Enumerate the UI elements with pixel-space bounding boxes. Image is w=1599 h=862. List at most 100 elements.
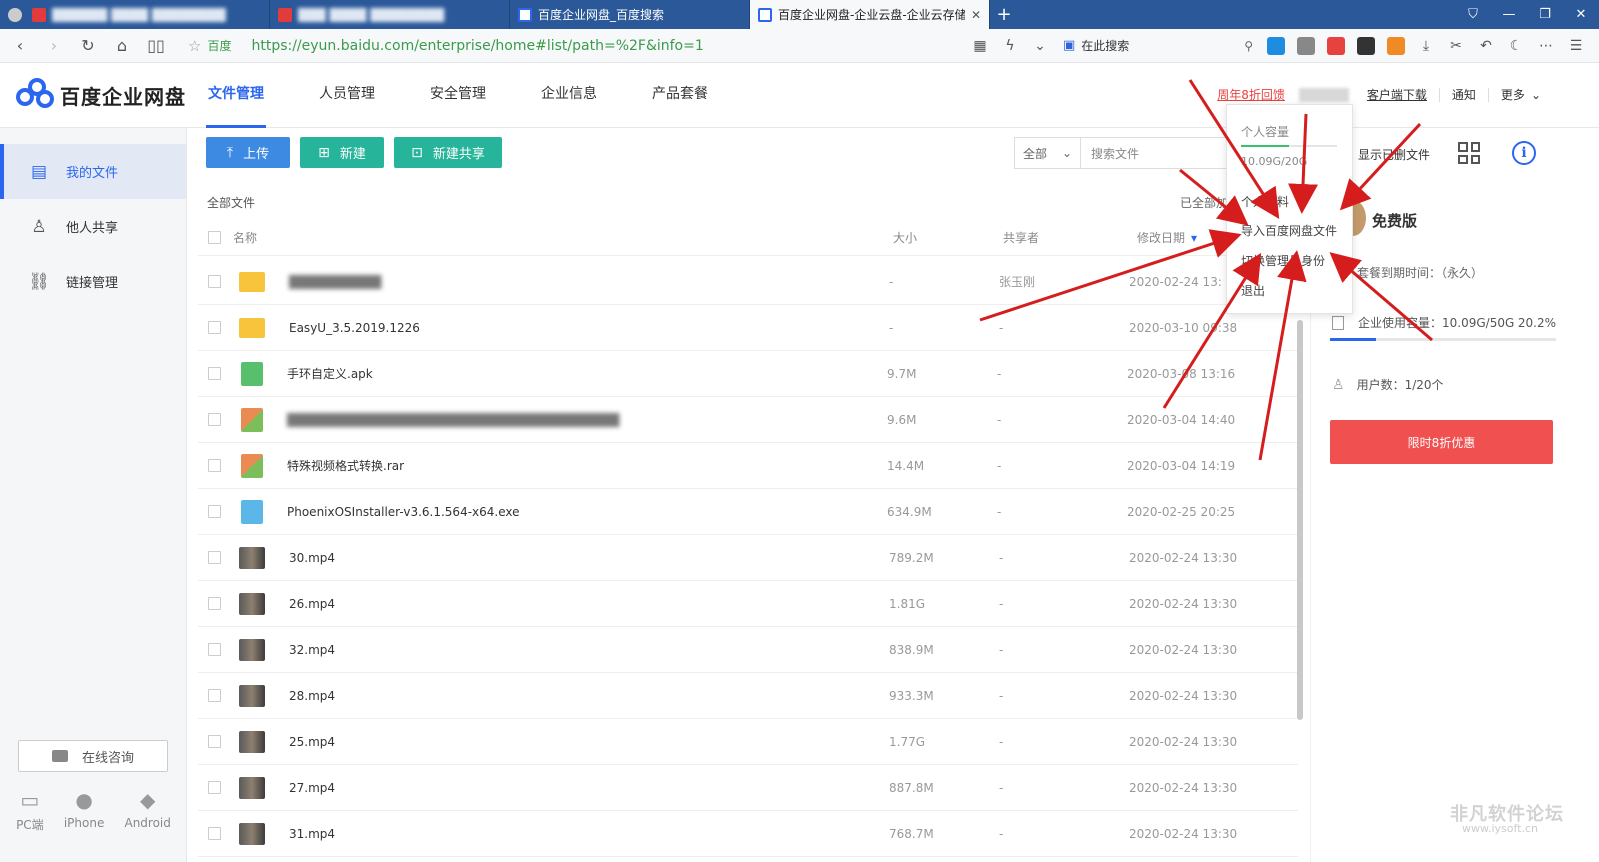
filter-select[interactable]: 全部 ⌄ — [1015, 138, 1081, 168]
refresh-icon[interactable]: ↻ — [74, 32, 102, 60]
menu-item-switch-admin[interactable]: 切换管理员身份 — [1241, 252, 1325, 269]
notify-link[interactable]: 通知 — [1452, 86, 1476, 103]
file-name[interactable]: 手环自定义.apk — [287, 365, 887, 382]
menu-item-logout[interactable]: 退出 — [1241, 282, 1265, 299]
brand-logo[interactable]: 百度企业网盘 — [16, 78, 186, 112]
back-icon[interactable]: ‹ — [6, 32, 34, 60]
show-deleted-files-link[interactable]: 显示已删文件 — [1358, 146, 1430, 163]
menu-item-profile[interactable]: 个人资料 — [1241, 193, 1289, 210]
night-mode-icon[interactable]: ☾ — [1501, 33, 1531, 59]
close-tab-icon[interactable]: ✕ — [971, 8, 981, 22]
undo-icon[interactable]: ↶ — [1471, 33, 1501, 59]
row-checkbox[interactable] — [208, 735, 221, 748]
row-checkbox[interactable] — [208, 275, 221, 288]
table-row[interactable]: 31.mp4 768.7M - 2020-02-24 13:30 — [198, 811, 1298, 857]
breadcrumb[interactable]: 全部文件 — [207, 194, 255, 211]
browser-tab-3[interactable]: 百度企业网盘_百度搜索 — [510, 0, 750, 29]
sidebar-item-link-management[interactable]: ⛓ 链接管理 — [0, 254, 186, 309]
new-tab-button[interactable]: + — [990, 0, 1018, 29]
file-name[interactable]: 27.mp4 — [289, 781, 889, 795]
file-name[interactable]: PhoenixOSInstaller-v3.6.1.564-x64.exe — [287, 505, 887, 519]
row-checkbox[interactable] — [208, 367, 221, 380]
nav-file-management[interactable]: 文件管理 — [206, 64, 266, 128]
restore-icon[interactable]: ❐ — [1527, 0, 1563, 29]
close-window-icon[interactable]: ✕ — [1563, 0, 1599, 29]
nav-enterprise-info[interactable]: 企业信息 — [541, 64, 597, 128]
online-consult-button[interactable]: 在线咨询 — [18, 740, 168, 772]
video-extension-icon[interactable] — [1261, 33, 1291, 59]
user-name-blurred[interactable] — [1298, 87, 1349, 102]
scrollbar[interactable] — [1297, 320, 1303, 720]
limited-discount-button[interactable]: 限时8折优惠 — [1330, 420, 1553, 464]
home-icon[interactable]: ⌂ — [108, 32, 136, 60]
sidebar-item-my-files[interactable]: ▤ 我的文件 — [0, 144, 186, 199]
table-row[interactable]: 手环自定义.apk 9.7M - 2020-03-08 13:16 — [198, 351, 1298, 397]
browser-tab-2[interactable]: ███ ████ ████████ — [270, 0, 510, 29]
anniversary-promo-link[interactable]: 周年8折回馈 — [1217, 86, 1285, 103]
bookmark-star-icon[interactable]: ☆ — [188, 37, 201, 55]
download-extension-icon[interactable] — [1291, 33, 1321, 59]
column-date[interactable]: 修改日期 — [1137, 229, 1185, 246]
table-row[interactable]: EasyU_3.5.2019.1226- -2020-03-10 09:38 — [198, 305, 1298, 351]
chevron-down-icon[interactable]: ⌄ — [1025, 33, 1055, 59]
table-row[interactable]: 32.mp4 838.9M - 2020-02-24 13:30 — [198, 627, 1298, 673]
file-name[interactable]: ████████████████████████████████████ — [287, 413, 887, 427]
column-size[interactable]: 大小 — [893, 229, 1003, 246]
row-checkbox[interactable] — [208, 505, 221, 518]
menu-item-import-baidu-pan[interactable]: 导入百度网盘文件 — [1241, 222, 1337, 239]
file-name[interactable]: 28.mp4 — [289, 689, 889, 703]
minimize-icon[interactable]: — — [1491, 0, 1527, 29]
downloads-icon[interactable]: ⤓ — [1411, 33, 1441, 59]
shirt-skin-icon[interactable]: ⛉ — [1455, 0, 1491, 29]
nav-people-management[interactable]: 人员管理 — [319, 64, 375, 128]
column-sharer[interactable]: 共享者 — [1003, 229, 1137, 246]
forward-icon[interactable]: › — [40, 32, 68, 60]
search-engine-icon[interactable]: ▣ — [1063, 38, 1075, 53]
new-button[interactable]: ⊞ 新建 — [300, 137, 384, 168]
row-checkbox[interactable] — [208, 781, 221, 794]
qr-extension-icon[interactable] — [1351, 33, 1381, 59]
table-row[interactable]: ██████████ - 张玉刚 2020-02-24 13: — [198, 259, 1298, 305]
browser-tab-1[interactable]: ██████ ████ ████████ — [0, 0, 270, 29]
url-field[interactable]: https://eyun.baidu.com/enterprise/home#l… — [251, 38, 851, 54]
row-checkbox[interactable] — [208, 551, 221, 564]
platform-android[interactable]: ◆ Android — [124, 788, 170, 833]
scissors-icon[interactable]: ✂ — [1441, 33, 1471, 59]
row-checkbox[interactable] — [208, 459, 221, 472]
game-extension-icon[interactable] — [1381, 33, 1411, 59]
row-checkbox[interactable] — [208, 827, 221, 840]
row-checkbox[interactable] — [208, 321, 221, 334]
file-name[interactable]: 特殊视频格式转换.rar — [287, 457, 887, 474]
client-download-link[interactable]: 客户端下载 — [1367, 86, 1427, 103]
new-share-button[interactable]: ⊡ 新建共享 — [394, 137, 502, 168]
search-icon[interactable]: ⚲ — [1244, 39, 1253, 53]
menu-icon[interactable]: ☰ — [1561, 33, 1591, 59]
browser-search-input[interactable]: ▣ 在此搜索 ⚲ — [1063, 34, 1253, 58]
more-icon[interactable]: ⋯ — [1531, 33, 1561, 59]
file-name[interactable]: 32.mp4 — [289, 643, 889, 657]
table-row[interactable]: 特殊视频格式转换.rar 14.4M - 2020-03-04 14:19 — [198, 443, 1298, 489]
file-search-input[interactable]: 搜索文件 — [1081, 145, 1139, 162]
table-row[interactable]: 28.mp4 933.3M - 2020-02-24 13:30 — [198, 673, 1298, 719]
row-checkbox[interactable] — [208, 643, 221, 656]
sort-arrow-icon[interactable]: ▾ — [1191, 231, 1197, 245]
file-name[interactable]: 31.mp4 — [289, 827, 889, 841]
nav-security-management[interactable]: 安全管理 — [430, 64, 486, 128]
sidebar-item-shared-with-me[interactable]: ♙ 他人共享 — [0, 199, 186, 254]
file-name[interactable]: ██████████ — [289, 275, 889, 289]
nav-product-plans[interactable]: 产品套餐 — [652, 64, 708, 128]
table-row[interactable]: ████████████████████████████████████ 9.6M… — [198, 397, 1298, 443]
row-checkbox[interactable] — [208, 597, 221, 610]
browser-tab-4-active[interactable]: 百度企业网盘-企业云盘-企业云存储 ✕ — [750, 0, 990, 29]
table-row[interactable]: 30.mp4 789.2M - 2020-02-24 13:30 — [198, 535, 1298, 581]
file-name[interactable]: 26.mp4 — [289, 597, 889, 611]
table-row[interactable]: 25.mp4 1.77G - 2020-02-24 13:30 — [198, 719, 1298, 765]
file-name[interactable]: EasyU_3.5.2019.1226 — [289, 321, 889, 335]
row-checkbox[interactable] — [208, 413, 221, 426]
file-name[interactable]: 30.mp4 — [289, 551, 889, 565]
column-name[interactable]: 名称 — [233, 229, 893, 246]
select-all-checkbox[interactable] — [208, 231, 221, 244]
platform-iphone[interactable]: ● iPhone — [64, 788, 105, 833]
info-icon[interactable]: i — [1512, 141, 1536, 165]
table-row[interactable]: PhoenixOSInstaller-v3.6.1.564-x64.exe 634… — [198, 489, 1298, 535]
